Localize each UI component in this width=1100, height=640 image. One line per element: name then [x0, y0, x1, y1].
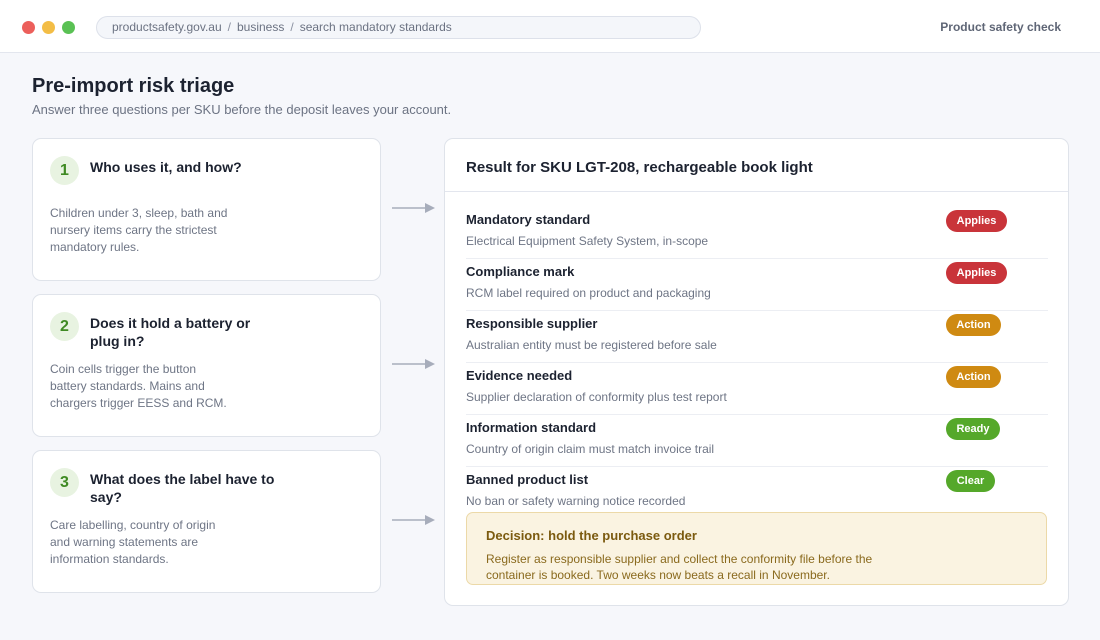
row-detail: Electrical Equipment Safety System, in-s… — [466, 234, 709, 248]
row-label: Compliance mark — [466, 264, 575, 279]
result-row-evidence-needed: Evidence needed Supplier declaration of … — [466, 363, 1048, 415]
step-description: Children under 3, sleep, bath and nurser… — [50, 206, 228, 254]
decision-body: Register as responsible supplier and col… — [486, 552, 873, 582]
row-detail: Country of origin claim must match invoi… — [466, 442, 715, 456]
breadcrumb-item-search[interactable]: search mandatory standards — [300, 20, 452, 34]
status-badge-clear: Clear — [946, 470, 995, 492]
breadcrumb-separator: / — [227, 20, 231, 34]
result-header: Result for SKU LGT-208, rechargeable boo… — [445, 139, 1068, 192]
status-badge-ready: Ready — [946, 418, 1000, 440]
row-detail: Supplier declaration of conformity plus … — [466, 390, 727, 404]
result-row-compliance-mark: Compliance mark RCM label required on pr… — [466, 259, 1048, 311]
row-detail: Australian entity must be registered bef… — [466, 338, 717, 352]
status-badge-action: Action — [946, 366, 1001, 388]
status-badge-action: Action — [946, 314, 1001, 336]
arrow-right-icon — [392, 203, 435, 213]
address-bar[interactable]: productsafety.gov.au / business / search man… — [96, 16, 701, 39]
app-title: Product safety check — [940, 20, 1061, 34]
decision-title: Decision: hold the purchase order — [486, 528, 697, 543]
page-subtitle: Answer three questions per SKU before th… — [32, 102, 452, 117]
page-title: Pre-import risk triage — [32, 75, 235, 97]
row-detail: RCM label required on product and packag… — [466, 286, 711, 300]
step-card-3: 3 What does the label have to say? Care … — [32, 450, 381, 593]
step-number-badge: 2 — [50, 312, 79, 341]
result-row-mandatory-standard: Mandatory standard Electrical Equipment … — [466, 207, 1048, 259]
row-label: Banned product list — [466, 472, 589, 487]
row-label: Evidence needed — [466, 368, 573, 383]
arrow-right-icon — [392, 515, 435, 525]
row-label: Information standard — [466, 420, 597, 435]
minimize-window-button[interactable] — [42, 21, 55, 34]
close-window-button[interactable] — [22, 21, 35, 34]
status-badge-applies: Applies — [946, 262, 1007, 284]
step-number-badge: 3 — [50, 468, 79, 497]
result-row-information-standard: Information standard Country of origin c… — [466, 415, 1048, 467]
row-label: Mandatory standard — [466, 212, 591, 227]
breadcrumb-item-site[interactable]: productsafety.gov.au — [112, 20, 222, 34]
arrow-right-icon — [392, 359, 435, 369]
result-row-responsible-supplier: Responsible supplier Australian entity m… — [466, 311, 1048, 363]
breadcrumb-item-business[interactable]: business — [237, 20, 284, 34]
step-number-badge: 1 — [50, 156, 79, 185]
result-panel: Result for SKU LGT-208, rechargeable boo… — [444, 138, 1069, 606]
step-question: Who uses it, and how? — [90, 159, 242, 175]
decision-callout: Decision: hold the purchase order Regist… — [466, 512, 1047, 585]
row-label: Responsible supplier — [466, 316, 598, 331]
row-detail: No ban or safety warning notice recorded — [466, 494, 686, 508]
step-question: Does it hold a battery or plug in? — [90, 315, 251, 349]
breadcrumb-separator: / — [290, 20, 294, 34]
result-title: Result for SKU LGT-208, rechargeable boo… — [466, 159, 813, 176]
window-titlebar: productsafety.gov.au / business / search man… — [0, 0, 1100, 53]
step-card-2: 2 Does it hold a battery or plug in? Coi… — [32, 294, 381, 437]
status-badge-applies: Applies — [946, 210, 1007, 232]
maximize-window-button[interactable] — [62, 21, 75, 34]
step-card-1: 1 Who uses it, and how? Children under 3… — [32, 138, 381, 281]
step-question: What does the label have to say? — [90, 471, 275, 505]
step-description: Coin cells trigger the button battery st… — [50, 362, 227, 410]
step-description: Care labelling, country of origin and wa… — [50, 518, 216, 566]
